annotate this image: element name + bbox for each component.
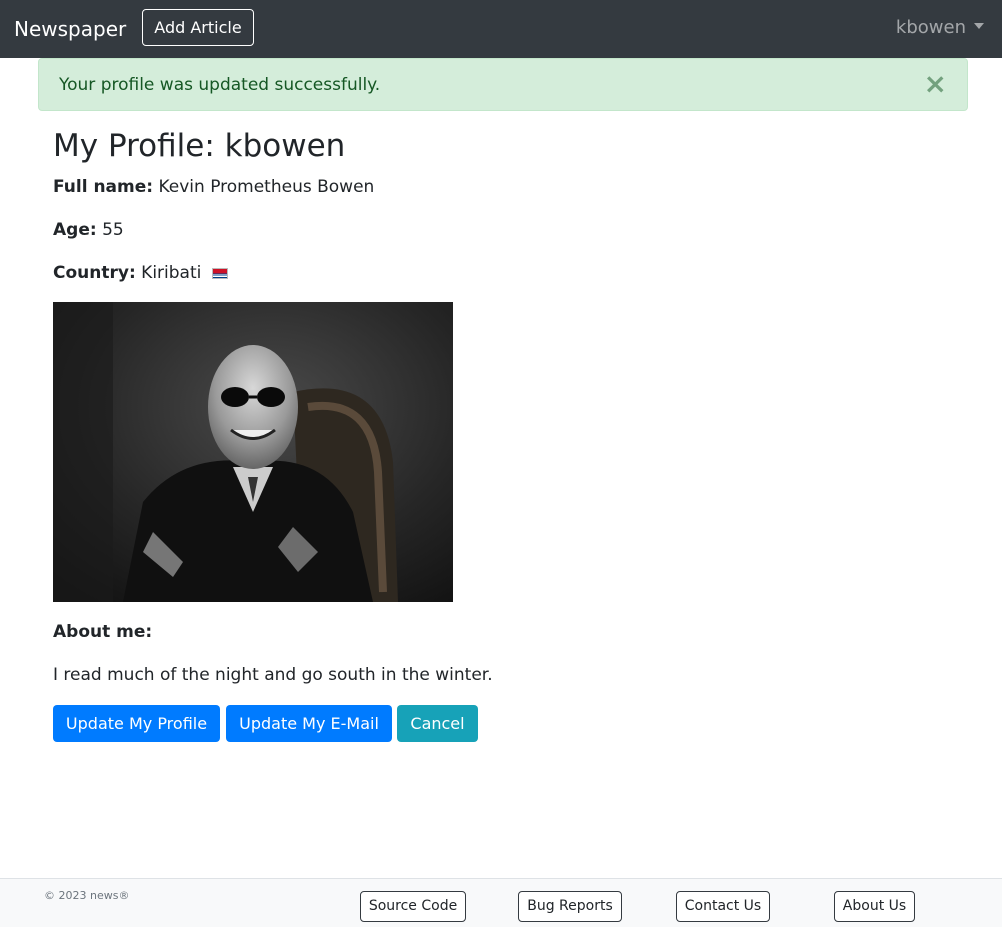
footer: © 2023 news® Source Code Bug Reports Con… (0, 878, 1002, 927)
country-label: Country: (53, 263, 136, 283)
update-email-button[interactable]: Update My E-Mail (226, 705, 392, 742)
about-us-button[interactable]: About Us (834, 891, 915, 922)
kiribati-flag-icon (211, 268, 228, 279)
contact-us-button[interactable]: Contact Us (676, 891, 770, 922)
page-title: My Profile: kbowen (53, 128, 346, 164)
user-dropdown-label: kbowen (895, 17, 966, 38)
close-icon[interactable]: × (924, 69, 947, 99)
user-dropdown[interactable]: kbowen (896, 16, 984, 40)
full-name-label: Full name: (53, 177, 154, 197)
top-navbar: Newspaper Add Article kbowen (0, 0, 1002, 58)
brand-link[interactable]: Newspaper (14, 16, 126, 42)
alert-message: Your profile was updated successfully. (59, 75, 381, 95)
source-code-button[interactable]: Source Code (360, 891, 466, 922)
age-label: Age: (53, 220, 97, 240)
bug-reports-button[interactable]: Bug Reports (518, 891, 622, 922)
country-value: Kiribati (141, 263, 202, 283)
add-article-button[interactable]: Add Article (142, 9, 254, 46)
age-value: 55 (102, 220, 124, 240)
about-me-text: I read much of the night and go south in… (53, 665, 493, 685)
full-name-value: Kevin Prometheus Bowen (158, 177, 375, 197)
full-name-row: Full name: Kevin Prometheus Bowen (53, 175, 374, 199)
success-alert: Your profile was updated successfully. × (38, 58, 968, 111)
profile-photo (53, 302, 453, 602)
caret-down-icon (974, 23, 984, 29)
update-profile-button[interactable]: Update My Profile (53, 705, 220, 742)
country-row: Country: Kiribati (53, 261, 228, 285)
copyright-text: © 2023 news® (44, 889, 130, 902)
about-me-label: About me: (53, 622, 153, 642)
age-row: Age: 55 (53, 218, 124, 242)
cancel-button[interactable]: Cancel (397, 705, 478, 742)
